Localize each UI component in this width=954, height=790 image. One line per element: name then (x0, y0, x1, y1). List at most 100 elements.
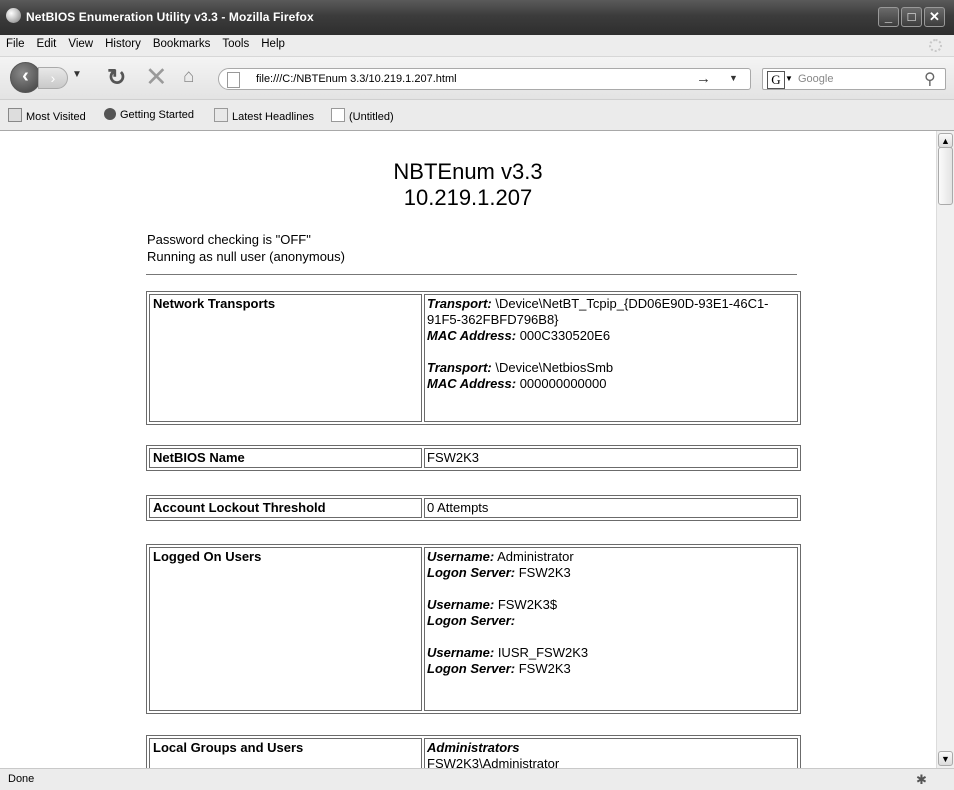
transport-entry: Transport: \Device\NetBT_Tcpip_{DD06E90D… (427, 296, 795, 328)
username-entry: Username: FSW2K3$ (427, 597, 795, 613)
logged-on-users-table: Logged On Users Username: Administrator … (146, 544, 801, 714)
transport-entry: Transport: \Device\NetbiosSmb (427, 360, 795, 376)
throbber-icon (929, 39, 942, 52)
vertical-scrollbar[interactable]: ▲ ▼ (936, 131, 954, 768)
menu-file[interactable]: File (0, 35, 31, 50)
username-entry: Username: IUSR_FSW2K3 (427, 645, 795, 661)
smart-folder-icon (8, 108, 22, 122)
menu-edit[interactable]: Edit (31, 35, 63, 50)
username-label: Username: (427, 597, 495, 612)
username-value: Administrator (494, 549, 574, 564)
title-bar: NetBIOS Enumeration Utility v3.3 - Mozil… (0, 0, 954, 35)
table-key: Logged On Users (149, 547, 422, 711)
account-lockout-table: Account Lockout Threshold 0 Attempts (146, 495, 801, 521)
rss-feed-icon (214, 108, 228, 122)
transport-value: \Device\NetbiosSmb (491, 360, 614, 375)
scrollbar-thumb[interactable] (938, 147, 953, 205)
logon-server-value: FSW2K3 (515, 661, 571, 676)
search-icon[interactable]: ⚲ (924, 69, 936, 89)
username-entry: Username: Administrator (427, 549, 795, 565)
mac-entry: MAC Address: 000C330520E6 (427, 328, 795, 344)
target-host: 10.219.1.207 (403, 185, 533, 210)
status-bar: Done ✱ (0, 768, 954, 790)
go-arrow-icon[interactable]: → (696, 70, 711, 87)
bookmark-most-visited[interactable]: Most Visited (8, 108, 86, 123)
google-engine-icon[interactable]: G (767, 71, 785, 89)
group-member: FSW2K3\Administrator (427, 756, 560, 768)
status-text: Done (8, 773, 35, 785)
mac-value: 000C330520E6 (516, 328, 611, 343)
forward-button[interactable]: › (38, 67, 68, 89)
firefox-icon (6, 8, 21, 23)
scroll-down-arrow-icon[interactable]: ▼ (938, 751, 953, 766)
firebug-icon[interactable]: ✱ (916, 772, 927, 788)
close-button[interactable]: ✕ (924, 7, 945, 27)
netbios-name-table: NetBIOS Name FSW2K3 (146, 445, 801, 471)
null-user-note: Running as null user (anonymous) (147, 249, 345, 264)
bookmark-latest-headlines[interactable]: Latest Headlines (214, 108, 314, 123)
table-key: Local Groups and Users (149, 738, 422, 768)
scroll-up-arrow-icon[interactable]: ▲ (938, 133, 953, 148)
logon-server-label: Logon Server: (427, 661, 516, 676)
username-label: Username: (427, 549, 495, 564)
maximize-button[interactable]: □ (901, 7, 922, 27)
divider (146, 274, 797, 275)
navigation-toolbar: ‹ › ▼ ↻ ✕ ⌂ file:///C:/NBTEnum 3.3/10.21… (0, 57, 954, 100)
username-value: IUSR_FSW2K3 (494, 645, 589, 660)
table-value: Administrators FSW2K3\Administrator (424, 738, 798, 768)
search-placeholder[interactable]: Google (798, 73, 833, 85)
home-icon[interactable]: ⌂ (183, 66, 194, 88)
table-key: Network Transports (149, 294, 422, 422)
history-dropdown-icon[interactable]: ▼ (72, 69, 82, 80)
logon-server-label: Logon Server: (427, 565, 516, 580)
window-title: NetBIOS Enumeration Utility v3.3 - Mozil… (26, 10, 314, 24)
mac-entry: MAC Address: 000000000000 (427, 376, 795, 392)
menu-tools[interactable]: Tools (216, 35, 255, 50)
back-button[interactable]: ‹ (10, 62, 41, 93)
page-title: NBTEnum v3.3 (393, 159, 543, 184)
page-icon (227, 72, 240, 88)
table-value: Username: Administrator Logon Server: FS… (424, 547, 798, 711)
bookmark-label: (Untitled) (349, 111, 394, 123)
logon-server-entry: Logon Server: FSW2K3 (427, 661, 795, 677)
password-checking-note: Password checking is "OFF" (147, 232, 311, 247)
url-text[interactable]: file:///C:/NBTEnum 3.3/10.219.1.207.html (256, 73, 457, 85)
mac-value: 000000000000 (516, 376, 607, 391)
minimize-button[interactable]: _ (878, 7, 899, 27)
bookmark-untitled[interactable]: (Untitled) (331, 108, 394, 123)
network-transports-table: Network Transports Transport: \Device\Ne… (146, 291, 801, 425)
logon-server-entry: Logon Server: (427, 613, 795, 629)
transport-label: Transport: (427, 360, 492, 375)
menu-history[interactable]: History (99, 35, 147, 50)
menu-help[interactable]: Help (255, 35, 291, 50)
table-value: FSW2K3 (424, 448, 798, 468)
page-icon (331, 108, 345, 122)
firefox-logo-icon (104, 108, 116, 120)
logon-server-value: FSW2K3 (515, 565, 571, 580)
bookmarks-toolbar: Most Visited Getting Started Latest Head… (0, 100, 954, 131)
local-groups-table: Local Groups and Users Administrators FS… (146, 735, 801, 768)
menu-view[interactable]: View (62, 35, 99, 50)
transport-label: Transport: (427, 296, 492, 311)
bookmark-getting-started[interactable]: Getting Started (104, 108, 194, 121)
logon-server-label: Logon Server: (427, 613, 516, 628)
table-value: Transport: \Device\NetBT_Tcpip_{DD06E90D… (424, 294, 798, 422)
group-name: Administrators (427, 740, 520, 755)
menu-bookmarks[interactable]: Bookmarks (147, 35, 217, 50)
search-box[interactable]: G ▼ Google ⚲ (762, 68, 946, 90)
url-bar[interactable]: file:///C:/NBTEnum 3.3/10.219.1.207.html… (218, 68, 751, 90)
table-key: NetBIOS Name (149, 448, 422, 468)
page-viewport: NBTEnum v3.3 10.219.1.207 Password check… (0, 131, 936, 768)
table-key: Account Lockout Threshold (149, 498, 422, 518)
mac-label: MAC Address: (427, 376, 517, 391)
table-value: 0 Attempts (424, 498, 798, 518)
username-label: Username: (427, 645, 495, 660)
reload-icon[interactable]: ↻ (107, 64, 126, 91)
username-value: FSW2K3$ (494, 597, 558, 612)
bookmark-label: Getting Started (120, 109, 194, 121)
menu-bar: File Edit View History Bookmarks Tools Help (0, 35, 954, 57)
url-dropdown-icon[interactable]: ▼ (729, 73, 738, 83)
engine-dropdown-icon[interactable]: ▼ (785, 74, 793, 83)
mac-label: MAC Address: (427, 328, 517, 343)
stop-icon[interactable]: ✕ (145, 62, 168, 93)
